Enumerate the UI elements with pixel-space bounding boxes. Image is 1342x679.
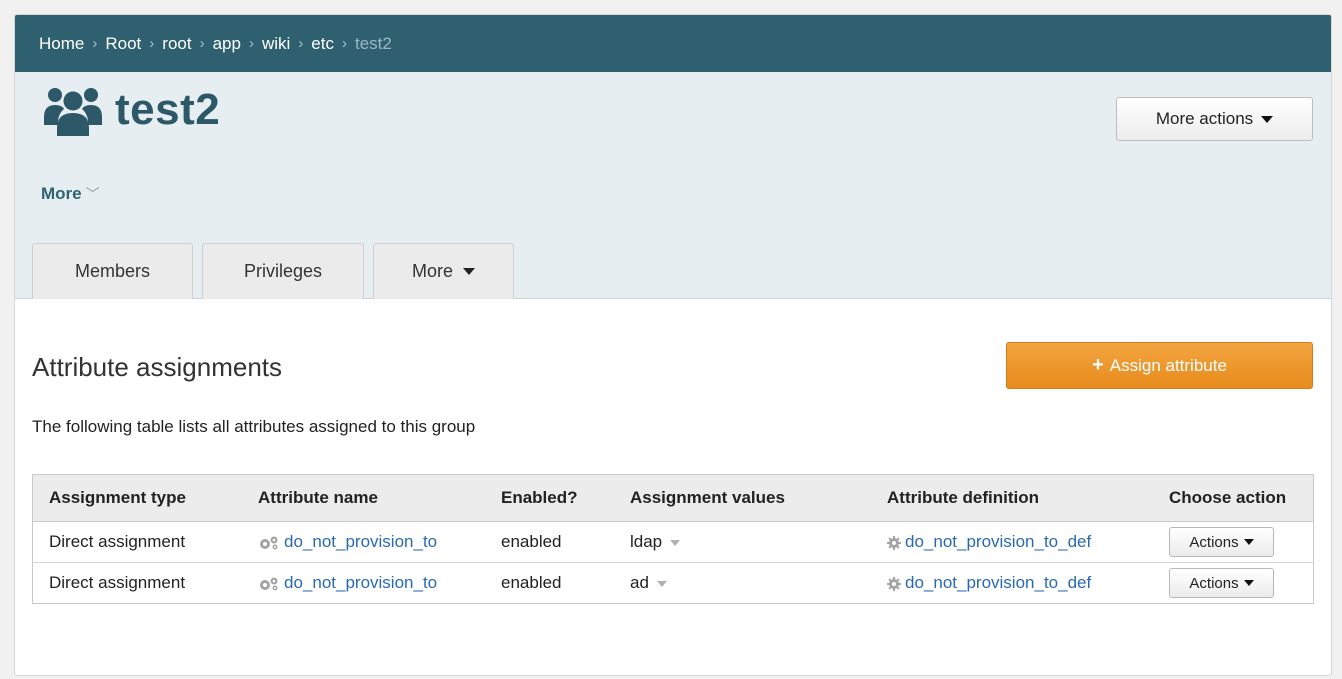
breadcrumb-app[interactable]: app <box>213 34 241 54</box>
page-title: test2 <box>43 84 220 136</box>
breadcrumb-separator: › <box>248 35 254 52</box>
actions-label: Actions <box>1189 533 1239 551</box>
table-row: Direct assignment do_not_provision_to en… <box>32 562 1314 604</box>
more-link-label: More <box>41 184 82 203</box>
caret-down-icon <box>1243 580 1254 586</box>
gear-icon <box>887 576 901 591</box>
attribute-name-link[interactable]: do_not_provision_to <box>284 532 437 551</box>
attribute-definition-link[interactable]: do_not_provision_to_def <box>905 532 1091 551</box>
breadcrumb-etc[interactable]: etc <box>311 34 334 54</box>
tab-privileges[interactable]: Privileges <box>202 243 364 299</box>
gear-icon <box>887 535 901 550</box>
breadcrumb-separator: › <box>341 35 347 52</box>
table-row: Direct assignment do_not_provision_to en… <box>32 521 1314 563</box>
chevron-down-icon: ﹀ <box>85 186 100 202</box>
column-header-assignment-values: Assignment values <box>614 474 871 522</box>
assignment-type-cell: Direct assignment <box>32 521 242 563</box>
main-panel: Home › Root › root › app › wiki › etc › … <box>14 14 1332 676</box>
tab-members[interactable]: Members <box>32 243 193 299</box>
breadcrumb-separator: › <box>298 35 304 52</box>
breadcrumb: Home › Root › root › app › wiki › etc › … <box>15 15 1331 72</box>
tab-privileges-label: Privileges <box>243 261 323 281</box>
column-header-attribute-name: Attribute name <box>242 474 485 522</box>
breadcrumb-separator: › <box>92 35 98 52</box>
tab-more-label: More <box>411 261 453 281</box>
section-title: Attribute assignments <box>32 352 283 382</box>
assign-attribute-label: Assign attribute <box>1109 355 1227 375</box>
more-actions-button[interactable]: More actions <box>1116 97 1313 141</box>
enabled-cell: enabled <box>485 521 614 563</box>
attribute-table: Assignment type Attribute name Enabled? … <box>32 474 1314 604</box>
enabled-cell: enabled <box>485 562 614 604</box>
group-icon <box>44 88 102 136</box>
attribute-definition-cell: do_not_provision_to_def <box>871 521 1153 563</box>
attribute-name-cell: do_not_provision_to <box>242 521 485 563</box>
caret-down-icon <box>463 268 475 275</box>
gears-icon <box>260 536 278 550</box>
assignment-value-cell[interactable]: ldap <box>614 521 871 563</box>
group-title: test2 <box>115 85 221 134</box>
attribute-name-cell: do_not_provision_to <box>242 562 485 604</box>
group-header: test2 More ﹀ More actions Members Privile… <box>15 72 1331 299</box>
actions-button[interactable]: Actions <box>1169 568 1274 598</box>
action-cell: Actions <box>1153 562 1314 604</box>
column-header-attribute-definition: Attribute definition <box>871 474 1153 522</box>
breadcrumb-root-folder[interactable]: Root <box>105 34 141 54</box>
attribute-name-link[interactable]: do_not_provision_to <box>284 573 437 592</box>
dropdown-arrow-icon[interactable] <box>670 539 681 546</box>
attribute-definition-cell: do_not_provision_to_def <box>871 562 1153 604</box>
breadcrumb-separator: › <box>199 35 205 52</box>
column-header-assignment-type: Assignment type <box>32 474 242 522</box>
actions-button[interactable]: Actions <box>1169 527 1274 557</box>
action-cell: Actions <box>1153 521 1314 563</box>
section-description: The following table lists all attributes… <box>32 417 476 436</box>
assignment-value: ad <box>630 573 649 592</box>
breadcrumb-wiki[interactable]: wiki <box>262 34 290 54</box>
gears-icon <box>260 577 278 591</box>
plus-icon: + <box>1092 354 1104 376</box>
caret-down-icon <box>1243 539 1254 545</box>
actions-label: Actions <box>1189 574 1239 592</box>
breadcrumb-home[interactable]: Home <box>39 34 84 54</box>
column-header-choose-action: Choose action <box>1153 474 1314 522</box>
dropdown-arrow-icon[interactable] <box>656 580 667 587</box>
attribute-definition-link[interactable]: do_not_provision_to_def <box>905 573 1091 592</box>
tab-bar: Members Privileges More <box>32 243 514 299</box>
tab-more[interactable]: More <box>373 243 514 299</box>
assignment-type-cell: Direct assignment <box>32 562 242 604</box>
caret-down-icon <box>1261 115 1274 123</box>
breadcrumb-separator: › <box>149 35 155 52</box>
more-dropdown-link[interactable]: More ﹀ <box>41 184 100 204</box>
assignment-value: ldap <box>630 532 663 551</box>
more-actions-label: More actions <box>1155 109 1254 128</box>
assign-attribute-button[interactable]: + Assign attribute <box>1006 342 1313 389</box>
breadcrumb-root[interactable]: root <box>162 34 191 54</box>
table-header-row: Assignment type Attribute name Enabled? … <box>32 474 1314 522</box>
tab-members-label: Members <box>74 261 150 281</box>
breadcrumb-current: test2 <box>354 33 392 53</box>
assignment-value-cell[interactable]: ad <box>614 562 871 604</box>
column-header-enabled: Enabled? <box>485 474 614 522</box>
